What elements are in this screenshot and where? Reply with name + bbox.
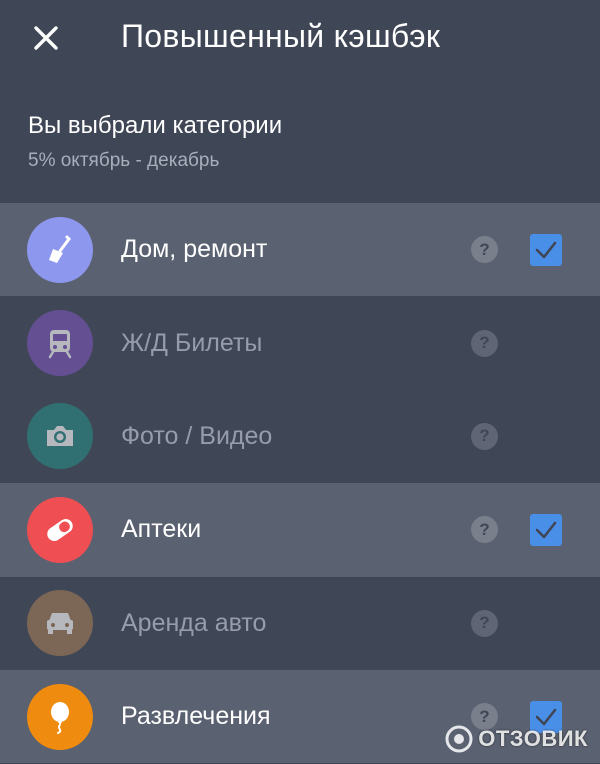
summary-title: Вы выбрали категории [28, 112, 283, 139]
balloon-icon [51, 701, 69, 734]
category-icon-circle [27, 683, 93, 750]
help-icon[interactable]: ? [471, 422, 498, 450]
checkmark-icon [535, 521, 557, 539]
camera-icon [47, 426, 73, 447]
category-row-pharmacies[interactable]: Аптеки ? [0, 483, 600, 577]
checkmark-icon [535, 241, 557, 258]
category-row-photo-video[interactable]: Фото / Видео ? [0, 390, 600, 483]
category-icon-circle [27, 590, 93, 657]
category-label: Развлечения [121, 702, 271, 731]
top-bar: Повышенный кэшбэк [0, 0, 600, 76]
page-title: Повышенный кэшбэк [121, 18, 441, 54]
category-row-train-tickets[interactable]: Ж/Д Билеты ? [0, 296, 600, 389]
help-icon[interactable]: ? [471, 329, 498, 357]
car-icon [47, 613, 73, 635]
summary-period: 5% октябрь - декабрь [28, 150, 220, 171]
category-label: Фото / Видео [121, 421, 273, 450]
site-watermark: ОТЗОВИК [444, 724, 588, 754]
category-checkbox[interactable] [530, 233, 562, 266]
selection-summary: Вы выбрали категории 5% октябрь - декабр… [28, 112, 282, 172]
category-checkbox[interactable] [530, 513, 562, 546]
pill-icon [47, 518, 73, 541]
category-icon-circle [27, 496, 93, 563]
category-list: Дом, ремонт ? Ж/Д Билеты ? Фото / Видео … [0, 203, 600, 764]
category-label: Аренда авто [121, 608, 267, 637]
category-row-home-repair[interactable]: Дом, ремонт ? [0, 203, 600, 297]
category-row-car-rental[interactable]: Аренда авто ? [0, 577, 600, 670]
help-icon[interactable]: ? [471, 236, 498, 264]
category-label: Дом, ремонт [121, 235, 268, 264]
category-icon-circle [27, 216, 93, 283]
watermark-text: ОТЗОВИК [478, 726, 588, 751]
category-label: Ж/Д Билеты [121, 328, 263, 357]
help-icon[interactable]: ? [471, 609, 498, 637]
close-button[interactable] [28, 20, 64, 56]
category-label: Аптеки [121, 515, 202, 544]
close-icon [34, 26, 58, 50]
category-icon-circle [27, 403, 93, 470]
train-icon [48, 330, 72, 359]
help-icon[interactable]: ? [471, 516, 498, 544]
category-icon-circle [27, 310, 93, 377]
watermark-logo-icon [445, 725, 473, 753]
trowel-icon [49, 235, 71, 263]
